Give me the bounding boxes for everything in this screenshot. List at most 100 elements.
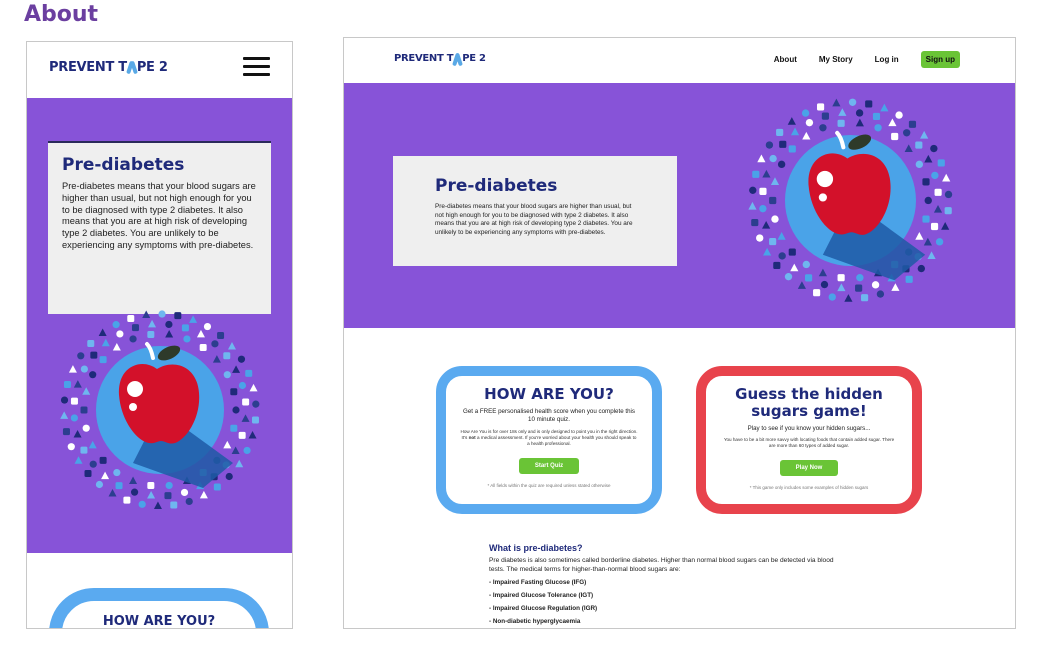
health-icon (113, 468, 121, 477)
health-icon (231, 446, 240, 454)
health-icon (232, 406, 240, 414)
info-list: - Impaired Fasting Glucose (IFG) - Impai… (489, 577, 849, 628)
nav-log-in[interactable]: Log in (875, 55, 899, 64)
health-icon (922, 178, 930, 186)
health-icon (891, 283, 900, 291)
mobile-preview: PREVENT T PE 2 Pre-diabetes Pre-diabetes … (26, 41, 293, 629)
health-icon (112, 321, 120, 329)
health-icon (874, 124, 882, 132)
health-icon (769, 196, 777, 205)
health-icon (773, 261, 781, 270)
hero-card: Pre-diabetes Pre-diabetes means that you… (393, 156, 677, 266)
hero-section: Pre-diabetes Pre-diabetes means that you… (27, 98, 292, 553)
health-icon (797, 281, 806, 289)
health-icon (770, 177, 780, 185)
desktop-header: PREVENT T PE 2 About My Story Log in Sign… (344, 38, 1015, 83)
health-icon (148, 319, 157, 328)
health-icon (223, 371, 231, 379)
health-icon (127, 315, 135, 323)
health-icon (763, 247, 772, 256)
health-icon (828, 293, 836, 301)
hero-body: Pre-diabetes means that your blood sugar… (435, 203, 633, 236)
health-icon (77, 352, 85, 360)
health-icon (804, 274, 813, 282)
health-icon (819, 124, 827, 132)
health-icon (865, 100, 873, 108)
health-icon (922, 215, 930, 223)
logo-text-end: PE 2 (462, 53, 486, 64)
health-icon (95, 480, 104, 489)
start-quiz-button[interactable]: Start Quiz (518, 457, 580, 474)
health-icon (855, 284, 863, 292)
nav-my-story[interactable]: My Story (819, 55, 853, 64)
health-icon (67, 443, 75, 451)
health-icon (101, 338, 110, 347)
health-icon (861, 294, 869, 302)
how-are-you-title: HOW ARE YOU? (484, 385, 614, 403)
health-icon (944, 207, 952, 215)
hero-title: Pre-diabetes (435, 176, 558, 196)
health-icon (942, 173, 951, 182)
health-icon (170, 501, 178, 509)
health-icon (769, 237, 777, 246)
health-icon (70, 397, 78, 405)
health-icon (60, 411, 69, 419)
health-icon (788, 248, 796, 256)
health-icon (89, 460, 97, 468)
health-icon (89, 371, 97, 379)
health-icon (212, 355, 221, 363)
health-icon (183, 335, 191, 343)
health-icon (147, 481, 155, 489)
health-icon (165, 320, 173, 329)
list-item: - Impaired Glucose Regulation (IGR) (489, 604, 598, 612)
health-icon (235, 459, 244, 468)
health-icon (80, 446, 88, 454)
health-icon (84, 470, 92, 478)
main-nav: About My Story Log in Sign up (752, 51, 960, 68)
health-icon (223, 352, 231, 360)
health-icon (805, 118, 814, 127)
health-icon (838, 108, 847, 116)
game-footnote: * This game only includes some examples … (749, 484, 869, 490)
how-are-you-card[interactable]: HOW ARE YOU? (49, 588, 269, 628)
nav-about[interactable]: About (774, 55, 797, 64)
health-icon (779, 140, 787, 148)
health-icon (147, 331, 155, 339)
menu-icon[interactable] (243, 57, 270, 77)
health-icon (837, 274, 845, 282)
play-now-button[interactable]: Play Now (779, 459, 839, 476)
health-icon (80, 365, 88, 373)
health-icon (941, 222, 950, 230)
health-icon (888, 118, 897, 127)
game-description: You have to be a bit more savvy with loc… (723, 436, 895, 449)
health-icon (790, 263, 799, 272)
hero-body: Pre-diabetes means that your blood sugar… (62, 181, 256, 250)
health-icon (90, 351, 98, 359)
health-icon (762, 220, 771, 229)
health-icon (70, 414, 78, 422)
health-icon (917, 264, 926, 273)
health-icon (777, 232, 786, 240)
logo[interactable]: PREVENT T PE 2 (394, 53, 486, 64)
health-icon (756, 234, 764, 242)
health-icon (203, 322, 212, 331)
health-icon (88, 440, 97, 449)
logo[interactable]: PREVENT T PE 2 (49, 60, 168, 75)
health-icon (241, 414, 250, 422)
health-icon (181, 324, 189, 332)
health-icon (153, 501, 162, 509)
sign-up-button[interactable]: Sign up (920, 51, 960, 68)
health-icon (790, 127, 800, 136)
health-icon (924, 154, 933, 163)
game-lead: Play to see if you know your hidden suga… (747, 424, 871, 432)
health-icon (905, 275, 913, 283)
health-icon (98, 328, 107, 337)
health-icon (752, 170, 760, 178)
health-icon (771, 215, 779, 223)
health-icon (769, 154, 777, 163)
health-icon (147, 491, 156, 499)
health-icon (60, 396, 69, 404)
health-icon (872, 112, 881, 121)
health-icon (82, 424, 90, 432)
health-icon (73, 430, 82, 438)
